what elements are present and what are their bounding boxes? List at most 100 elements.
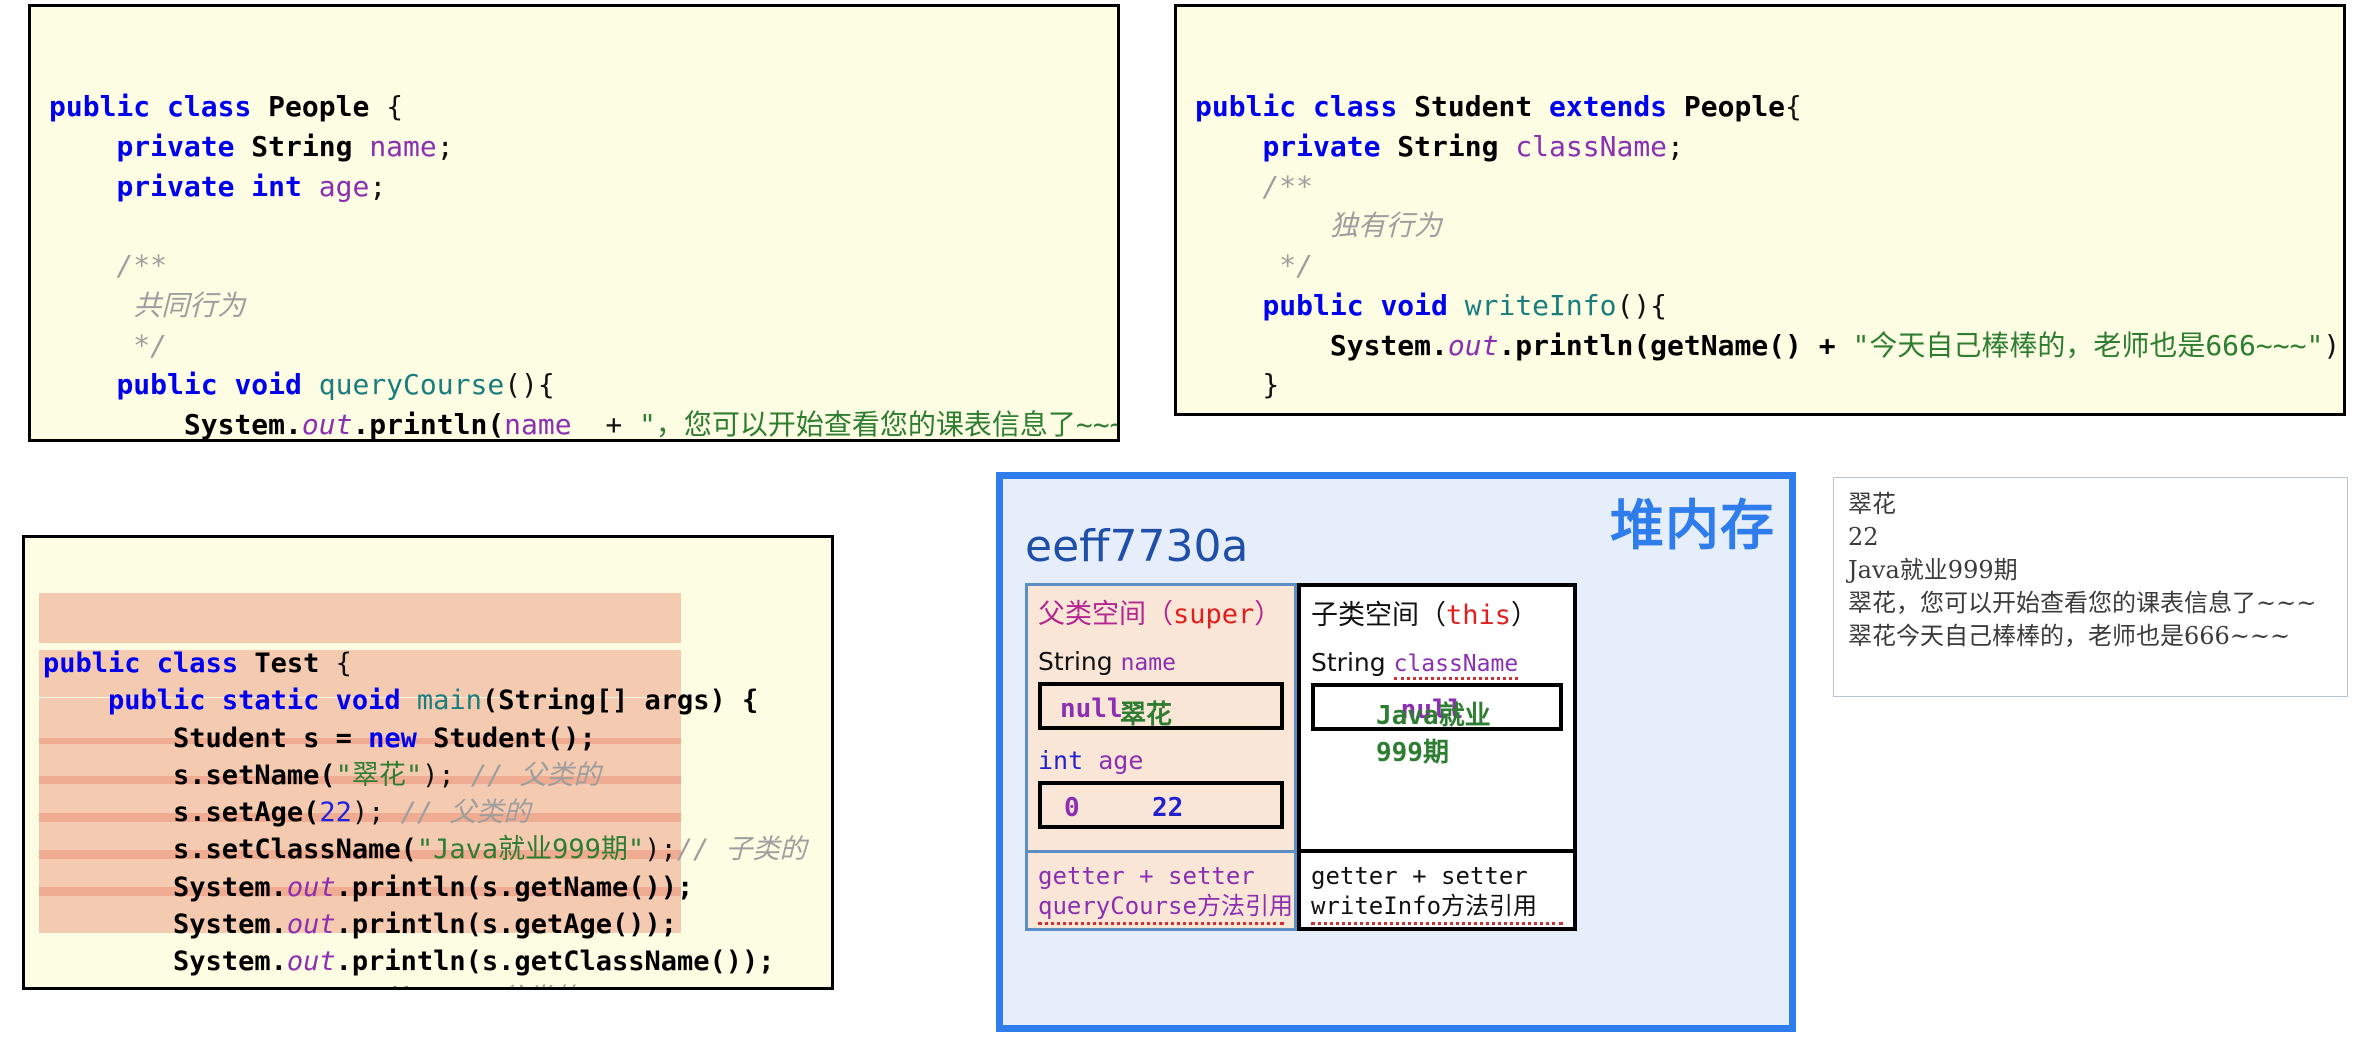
code-token: // 父类的 (470, 759, 601, 791)
code-token: Student(); (433, 722, 596, 754)
super-footer-line-1: getter + setter (1038, 862, 1255, 890)
code-token: { (1785, 90, 1802, 123)
console-line: 翠花今天自己棒棒的，老师也是666~~~ (1848, 622, 2291, 651)
code-lines-people: public class People { private String nam… (49, 87, 1117, 441)
code-token: + (571, 408, 640, 441)
code-token: s.setAge( (43, 797, 320, 828)
code-token: out (301, 408, 353, 441)
code-token: Student s = (43, 722, 369, 754)
code-line: System.out.println(getName() + "今天自己棒棒的，… (1195, 326, 2343, 366)
code-line: Student s = new Student(); (43, 720, 813, 757)
field-name: name (1120, 650, 1176, 676)
field-type: String (1038, 647, 1113, 676)
code-token: // 父类的 (449, 983, 579, 987)
code-line: public class Test { (43, 645, 813, 682)
this-space-label-end: ） (1511, 600, 1539, 631)
code-token: ); (644, 834, 677, 866)
code-token: s.setName( (43, 759, 336, 791)
code-line: private String className; (1195, 127, 2325, 167)
super-space-label-cn: 父类空间（ (1038, 599, 1173, 630)
code-token: out (286, 946, 336, 977)
code-token: { (386, 90, 404, 123)
code-token: public (116, 368, 235, 402)
code-token: ; (1667, 129, 1684, 163)
code-line: } (1195, 365, 2325, 405)
code-token: String (1397, 129, 1516, 163)
code-token: queryCourse (318, 368, 505, 402)
console-line: Java就业999期 (1848, 556, 2018, 585)
code-token: name (369, 129, 437, 163)
this-methods-cell: getter + setter writeInfo方法引用 (1297, 853, 1577, 931)
code-line: public void queryCourse(){ (49, 365, 1099, 405)
code-token: public (49, 90, 168, 123)
console-line: 翠花，您可以开始查看您的课表信息了~~~ (1848, 589, 2317, 618)
super-methods-cell: getter + setter queryCourse方法引用 (1025, 853, 1297, 931)
code-token: (String[] args) { (481, 685, 759, 717)
super-keyword: super (1173, 599, 1255, 630)
this-space-label-cn: 子类空间（ (1311, 600, 1446, 631)
code-token: ); (2323, 328, 2343, 362)
code-token: age (318, 169, 370, 203)
code-line: public class Student extends People{ (1195, 87, 2325, 127)
super-space-cell: 父类空间（super） String name null 翠花 int age … (1025, 583, 1297, 853)
code-token: People (1683, 90, 1786, 123)
code-token: s.queryCourse(); (43, 983, 449, 987)
code-line: System.out.println(s.getName()); (43, 869, 813, 906)
code-token: ; (436, 129, 454, 163)
this-keyword: this (1446, 600, 1512, 631)
code-token: /** (1195, 169, 1314, 203)
code-token: ; (369, 169, 387, 203)
code-token: static (221, 685, 336, 717)
code-line: s.setClassName("Java就业999期");// 子类的 (43, 831, 813, 868)
code-token: System. (43, 908, 287, 940)
code-token: Student (1414, 90, 1550, 123)
code-token: String (251, 129, 370, 163)
new-value: 22 (1152, 793, 1184, 823)
code-line: public class People { (49, 87, 1099, 127)
this-space-label: 子类空间（this） (1311, 593, 1563, 632)
new-value: 翠花 (1120, 700, 1173, 730)
super-field-value-age: 0 22 (1038, 781, 1284, 829)
code-token: .println(s.getName()); (335, 871, 694, 903)
code-line: s.queryCourse(); // 父类的 (43, 980, 813, 987)
field-type: int (1038, 746, 1099, 775)
code-token: public (1262, 288, 1381, 322)
code-line: */ (1195, 246, 2325, 286)
new-value: Java就业999期 (1376, 701, 1491, 768)
code-token: 22 (319, 797, 352, 828)
code-token: 独有行为 (1195, 209, 1442, 243)
code-line: System.out.println(s.getAge()); (43, 906, 813, 943)
code-token: */ (1195, 249, 1314, 282)
code-token: (){ (504, 368, 555, 402)
field-type: String (1311, 648, 1386, 677)
code-token: ); (422, 759, 471, 791)
code-token: } (1195, 368, 1280, 402)
code-line: private String name; (49, 127, 1099, 167)
code-token: void (335, 685, 417, 717)
code-token: class (1313, 90, 1415, 123)
code-line: s.setAge(22); // 父类的 (43, 794, 813, 831)
code-token: Test (254, 648, 336, 679)
code-token: s.setClassName( (43, 834, 417, 866)
old-value: 0 (1064, 793, 1080, 823)
this-field-decl-classname: String className (1311, 648, 1563, 680)
heap-object-address: eeff7730a (1025, 521, 1249, 572)
field-name: className (1393, 651, 1519, 680)
this-footer-line-2: writeInfo方法引用 (1311, 891, 1563, 925)
code-lines-student: public class Student extends People{ pri… (1195, 87, 2343, 413)
code-token: out (286, 871, 336, 903)
code-token: /** (49, 249, 168, 282)
code-line: /** (1195, 167, 2325, 207)
code-token: main (416, 685, 482, 717)
code-line: System.out.println(s.getClassName()); (43, 943, 813, 980)
code-panel-test: public class Test { public static void m… (22, 535, 834, 990)
highlight-band (39, 593, 681, 643)
code-token: System. (43, 871, 287, 903)
code-token: ); (351, 797, 401, 828)
console-line: 翠花 (1848, 490, 1896, 518)
